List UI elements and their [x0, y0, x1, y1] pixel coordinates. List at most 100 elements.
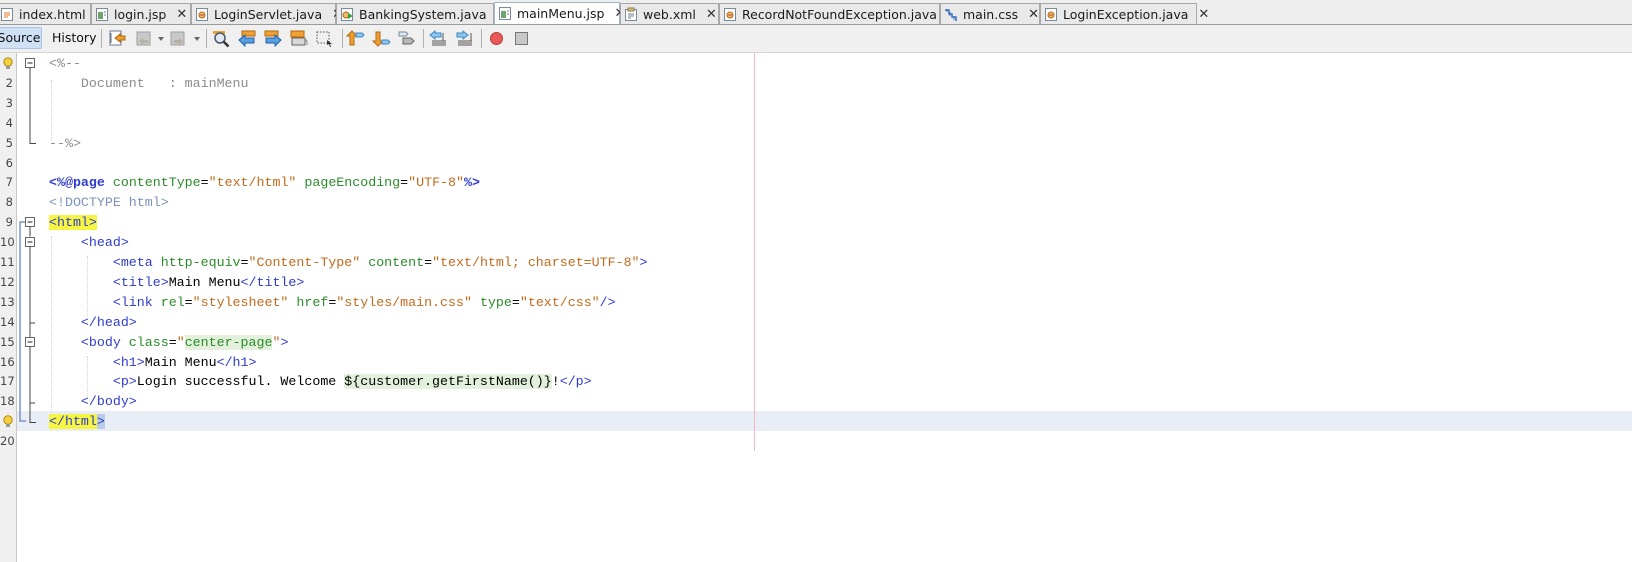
code-token: <p> [112, 374, 137, 390]
code-line[interactable]: <link rel="stylesheet" href="styles/main… [49, 293, 616, 313]
forward-dropdown-arrow[interactable] [194, 37, 200, 41]
code-line[interactable]: <p>Login successful. Welcome ${customer.… [49, 372, 592, 392]
toolbar-separator [423, 29, 424, 48]
close-tab-icon[interactable]: ✕ [1018, 7, 1039, 22]
code-token: = [240, 255, 249, 270]
code-token: Login successful. Welcome [136, 374, 345, 390]
code-token: center-page [184, 334, 273, 350]
code-token: = [184, 294, 193, 310]
code-token: > [280, 334, 289, 350]
back-icon[interactable] [135, 29, 154, 48]
find-previous-icon[interactable] [238, 29, 257, 48]
code-line[interactable]: </body> [49, 392, 137, 412]
code-line[interactable]: <!DOCTYPE html> [49, 193, 169, 213]
code-token: <!DOCTYPE html> [49, 195, 169, 211]
find-next-icon[interactable] [263, 29, 282, 48]
tab-label: index.html [19, 6, 86, 22]
editor-toolbar: Source History [0, 25, 1632, 53]
code-line[interactable]: <body class="center-page"> [49, 333, 288, 353]
find-selection-icon[interactable] [212, 29, 231, 48]
java-class-file-icon [723, 7, 737, 22]
line-number: 18 [0, 394, 15, 409]
toggle-highlight-icon[interactable] [289, 29, 308, 48]
code-line[interactable]: </html> [49, 412, 105, 432]
line-number-gutter[interactable]: 2 3 4 5 6 7 8 9 10 11 12 13 14 15 16 17 18 20 [0, 53, 17, 562]
code-token: = [200, 175, 209, 191]
line-number: 12 [0, 274, 15, 289]
hint-lightbulb-icon[interactable] [2, 415, 14, 429]
editor-tab-bar: index.html✕login.jsp✕LoginServlet.java✕B… [0, 0, 1632, 25]
last-edit-icon[interactable] [108, 29, 127, 48]
editor-tab[interactable]: main.css ✕ [940, 3, 1040, 24]
code-line[interactable]: --%> [49, 134, 81, 154]
forward-icon[interactable] [169, 29, 188, 48]
line-number: 3 [5, 95, 13, 110]
right-margin-guide [754, 53, 755, 451]
code-token: "text/html" [208, 175, 297, 191]
line-number: 6 [5, 155, 13, 170]
line-number: 16 [0, 354, 15, 369]
code-line[interactable]: <head> [49, 233, 129, 253]
code-token: <head> [80, 235, 129, 251]
code-token: Main Menu [168, 274, 241, 290]
code-token: rel [152, 294, 185, 310]
code-line[interactable]: <html> [49, 213, 97, 233]
source-view-button[interactable]: Source [0, 27, 42, 49]
stop-macro-recording-icon[interactable] [512, 29, 531, 48]
line-number: 4 [5, 115, 13, 130]
code-token: </h1> [216, 354, 257, 370]
editor-tab[interactable]: login.jsp ✕ [91, 3, 191, 24]
code-token: "UTF-8" [408, 175, 464, 191]
jsp-file-icon [498, 6, 512, 21]
code-token: /> [599, 294, 616, 310]
previous-bookmark-icon[interactable] [346, 29, 365, 48]
code-folding-margin[interactable] [16, 53, 42, 562]
code-line[interactable]: <meta http-equiv="Content-Type" content=… [49, 253, 648, 273]
code-token: "text/css" [519, 294, 600, 310]
code-token: <%-- [49, 56, 81, 71]
editor-tab[interactable]: LoginServlet.java✕ [191, 3, 343, 24]
editor-tab[interactable]: LoginException.java ✕ [1040, 3, 1209, 24]
editor-tab[interactable]: mainMenu.jsp✕ [494, 2, 625, 24]
toggle-rect-selection-icon[interactable] [315, 29, 334, 48]
code-token: class [120, 334, 169, 350]
back-dropdown-arrow[interactable] [158, 37, 164, 41]
code-token: Main Menu [144, 354, 217, 370]
editor-tab[interactable]: index.html✕ [0, 3, 107, 24]
line-number: 5 [5, 135, 13, 150]
current-line-highlight [17, 411, 1632, 431]
editor-tab[interactable]: BankingSystem.java✕ [336, 3, 507, 24]
code-line[interactable]: <%@page contentType="text/html" pageEnco… [49, 173, 480, 193]
indent-guide [87, 356, 88, 396]
fold-collapse-icon[interactable] [25, 217, 35, 227]
code-token: <html> [49, 215, 97, 231]
editor-tab[interactable]: web.xml ✕ [620, 3, 719, 24]
code-token: "text/html; charset=UTF-8" [432, 255, 640, 270]
code-line[interactable]: <h1>Main Menu</h1> [49, 353, 257, 373]
code-line[interactable]: </head> [49, 313, 137, 333]
jsp-file-icon [95, 7, 109, 22]
editor-tab[interactable]: RecordNotFoundException.java✕ [719, 3, 958, 24]
code-token: </head> [80, 314, 137, 330]
close-tab-icon[interactable]: ✕ [1188, 7, 1209, 22]
code-line[interactable]: <%-- [49, 54, 81, 74]
fold-collapse-icon[interactable] [25, 58, 35, 68]
fold-collapse-icon[interactable] [25, 237, 35, 247]
toggle-bookmark-icon[interactable] [397, 29, 416, 48]
hint-lightbulb-icon[interactable] [2, 57, 14, 71]
close-tab-icon[interactable]: ✕ [166, 7, 187, 22]
history-view-button[interactable]: History [52, 27, 96, 49]
start-macro-recording-icon[interactable] [487, 29, 506, 48]
code-line[interactable]: Document : mainMenu [49, 74, 249, 94]
shift-left-icon[interactable] [429, 29, 448, 48]
shift-right-icon[interactable] [455, 29, 474, 48]
close-tab-icon[interactable]: ✕ [696, 7, 717, 22]
code-token: = [511, 294, 520, 310]
code-token: <h1> [112, 354, 145, 370]
next-bookmark-icon[interactable] [372, 29, 391, 48]
fold-collapse-icon[interactable] [25, 337, 35, 347]
line-number: 20 [0, 434, 15, 449]
